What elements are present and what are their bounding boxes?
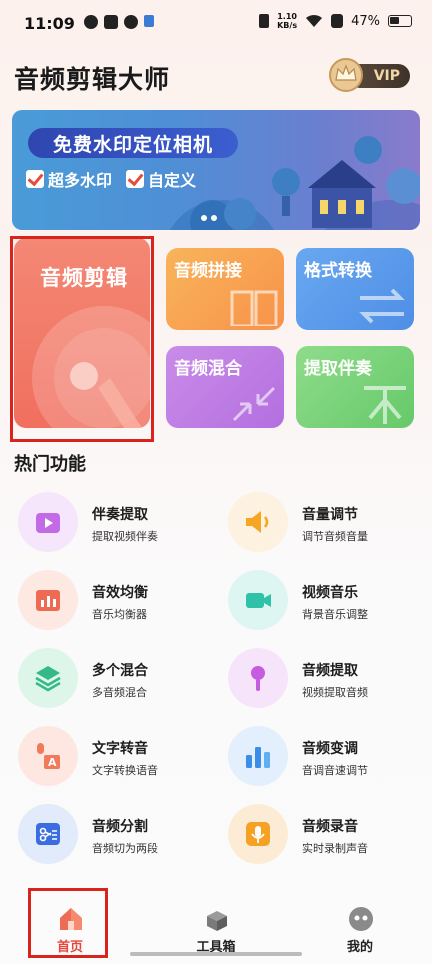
scissors-icon (36, 823, 60, 845)
func-name: 文字转音 (92, 741, 148, 757)
tile-format-convert[interactable]: 格式转换 (296, 248, 414, 330)
status-time: 11:09 (24, 14, 75, 33)
func-volume-adjust[interactable]: 音量调节 调节音频音量 (228, 492, 428, 560)
func-audio-split[interactable]: 音频分割 音频切为两段 (18, 804, 218, 872)
nav-mine-label: 我的 (346, 940, 373, 955)
notification-icons (84, 15, 154, 29)
func-desc: 视频提取音频 (302, 686, 368, 699)
tile-extract-accompaniment[interactable]: 提取伴奏 (296, 346, 414, 428)
banner-title: 免费水印定位相机 (28, 128, 238, 158)
app-title: 音频剪辑大师 (14, 65, 171, 94)
status-right: 1.10 KB/s 47% (259, 12, 412, 30)
cat-app-icon (84, 15, 98, 29)
banner-feature-label: 自定义 (148, 171, 197, 190)
promo-banner[interactable]: 免费水印定位相机 超多水印 自定义 (12, 110, 420, 230)
concat-icon (230, 290, 278, 326)
battery-percent: 47% (351, 13, 380, 29)
func-name: 音频录音 (302, 819, 358, 835)
record-mic-icon (246, 822, 270, 846)
func-multi-mix[interactable]: 多个混合 多音频混合 (18, 648, 218, 716)
banner-feature-1: 超多水印 (26, 167, 112, 191)
pitch-icon (246, 747, 270, 768)
video-play-icon (36, 513, 60, 533)
check-icon (26, 170, 44, 188)
net-speed-unit: KB/s (277, 21, 298, 30)
equalizer-icon (36, 590, 60, 611)
tile-label: 格式转换 (304, 261, 372, 281)
func-name: 视频音乐 (302, 585, 358, 601)
func-audio-extract[interactable]: 音频提取 视频提取音频 (228, 648, 428, 716)
toolbox-icon (207, 911, 227, 931)
nav-mine[interactable]: 我的 (320, 902, 400, 958)
tile-label: 提取伴奏 (304, 359, 372, 379)
func-desc: 音乐均衡器 (92, 608, 147, 621)
func-text-to-speech[interactable]: A 文字转音 文字转换语音 (18, 726, 218, 794)
highlight-nav-home (28, 888, 108, 958)
func-name: 音频分割 (92, 819, 148, 835)
weibo-icon (124, 15, 138, 29)
func-name: 多个混合 (92, 663, 148, 679)
vibrate-icon (259, 14, 270, 28)
func-desc: 多音频混合 (92, 686, 147, 699)
func-desc: 提取视频伴奏 (92, 530, 158, 543)
profile-icon (349, 907, 373, 931)
hot-functions-title: 热门功能 (14, 454, 86, 475)
banner-feature-2: 自定义 (126, 167, 196, 191)
nav-toolbox[interactable]: 工具箱 (176, 902, 256, 958)
speaker-icon (246, 511, 269, 533)
text-to-speech-icon: A (37, 743, 60, 769)
tiktok-icon (104, 15, 118, 29)
extract-icon (364, 386, 406, 424)
net-speed: 1.10 KB/s (277, 12, 297, 30)
check-icon (126, 170, 144, 188)
func-name: 音频变调 (302, 741, 358, 757)
app-notification-icon (144, 15, 154, 27)
func-desc: 文字转换语音 (92, 764, 158, 777)
func-name: 音频提取 (302, 663, 358, 679)
tile-label: 音频混合 (174, 359, 242, 379)
wifi-icon (306, 14, 323, 27)
sim-icon (331, 14, 344, 28)
func-pitch-shift[interactable]: 音频变调 音调音速调节 (228, 726, 428, 794)
func-audio-record[interactable]: 音频录音 实时录制声音 (228, 804, 428, 872)
status-bar: 11:09 1.10 KB/s 47% (0, 0, 432, 48)
banner-feature-label: 超多水印 (48, 171, 113, 190)
convert-arrows-icon (359, 288, 405, 324)
vip-button[interactable]: VIP (328, 58, 410, 92)
func-desc: 实时录制声音 (302, 842, 368, 855)
func-name: 音效均衡 (92, 585, 148, 601)
layers-icon (35, 666, 61, 692)
func-accompaniment-extract[interactable]: 伴奏提取 提取视频伴奏 (18, 492, 218, 560)
home-indicator[interactable] (130, 952, 302, 956)
func-name: 音量调节 (302, 507, 358, 523)
func-desc: 调节音频音量 (302, 530, 368, 543)
microphone-icon (251, 666, 265, 691)
func-sound-equalizer[interactable]: 音效均衡 音乐均衡器 (18, 570, 218, 638)
video-camera-icon (246, 593, 271, 608)
func-video-music[interactable]: 视频音乐 背景音乐调整 (228, 570, 428, 638)
tile-audio-concat[interactable]: 音频拼接 (166, 248, 284, 330)
func-name: 伴奏提取 (92, 507, 148, 523)
merge-arrows-icon (232, 386, 276, 422)
svg-text:A: A (48, 756, 57, 769)
crown-icon (329, 58, 363, 92)
tile-audio-mix[interactable]: 音频混合 (166, 346, 284, 428)
net-speed-value: 1.10 (277, 12, 297, 21)
func-desc: 音调音速调节 (302, 764, 368, 777)
tile-label: 音频拼接 (174, 261, 242, 281)
highlight-audio-edit (10, 236, 154, 442)
battery-icon (388, 15, 412, 27)
func-desc: 音频切为两段 (92, 842, 158, 855)
func-desc: 背景音乐调整 (302, 608, 368, 621)
